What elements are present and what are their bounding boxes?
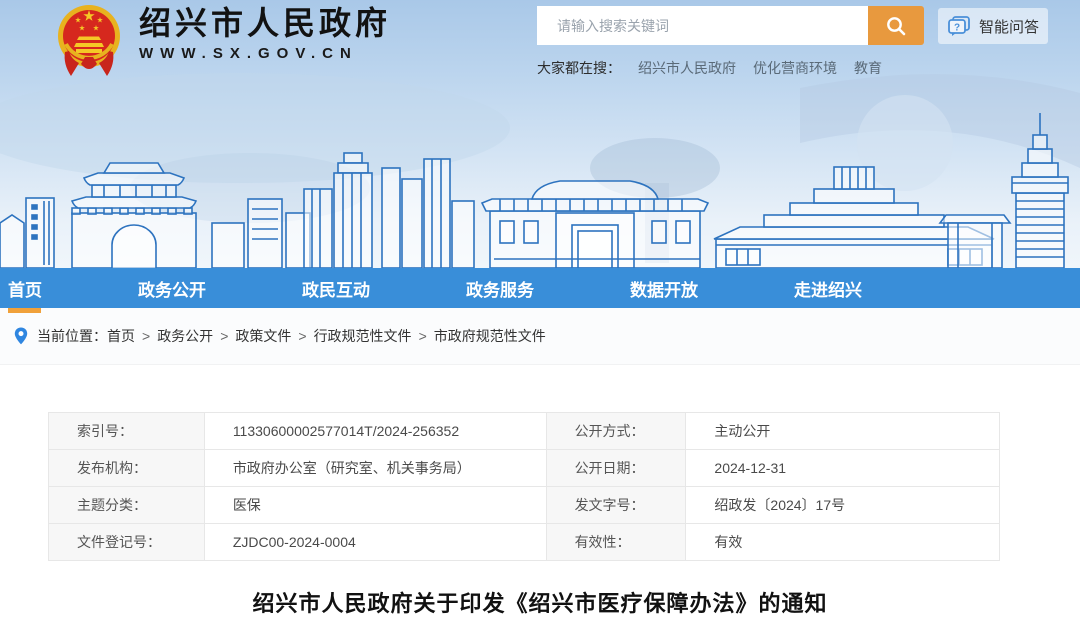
index-number-label: 索引号： [49,413,205,450]
main-nav: 首页 政务公开 政民互动 政务服务 数据开放 走进绍兴 [0,268,1080,308]
page: 绍兴市人民政府 WWW.SX.GOV.CN [0,0,1080,628]
document-number-value: 绍政发〔2024〕17号 [686,487,1000,524]
location-pin-icon [14,327,28,345]
table-row: 索引号： 11330600002577014T/2024-256352 公开方式… [49,413,1000,450]
breadcrumb-item-current: 市政府规范性文件 [434,326,546,346]
site-title: 绍兴市人民政府 [139,5,391,41]
breadcrumb-label: 当前位置： [37,326,107,346]
nav-item-interaction[interactable]: 政民互动 [302,276,370,301]
breadcrumb-item-policy-docs[interactable]: 政策文件 [235,326,291,346]
search-button[interactable] [868,6,924,45]
publish-date-value: 2024-12-31 [686,450,1000,487]
smart-qa-button[interactable]: ? 智能问答 [938,8,1048,44]
header-banner: 绍兴市人民政府 WWW.SX.GOV.CN [0,0,1080,268]
breadcrumb-separator: > [142,328,150,344]
site-url: WWW.SX.GOV.CN [139,45,391,62]
breadcrumb-item-home[interactable]: 首页 [107,326,135,346]
breadcrumb-separator: > [419,328,427,344]
search-input[interactable] [537,6,868,45]
nav-item-home[interactable]: 首页 [8,276,42,301]
table-row: 主题分类： 医保 发文字号： 绍政发〔2024〕17号 [49,487,1000,524]
document-number-label: 发文字号： [546,487,686,524]
hot-search-row: 大家都在搜： 绍兴市人民政府 优化营商环境 教育 [537,58,1049,78]
hot-search-label: 大家都在搜： [537,58,621,78]
disclosure-method-label: 公开方式： [546,413,686,450]
table-row: 发布机构： 市政府办公室（研究室、机关事务局） 公开日期： 2024-12-31 [49,450,1000,487]
hot-search-link[interactable]: 教育 [854,58,882,78]
search-area: ? 智能问答 大家都在搜： 绍兴市人民政府 优化营商环境 教育 [537,6,1049,78]
chat-question-icon: ? [947,15,971,37]
registration-number-label: 文件登记号： [49,524,205,561]
topic-category-label: 主题分类： [49,487,205,524]
disclosure-method-value: 主动公开 [686,413,1000,450]
validity-label: 有效性： [546,524,686,561]
validity-value: 有效 [686,524,1000,561]
breadcrumb-item-gov-affairs[interactable]: 政务公开 [157,326,213,346]
breadcrumb-item-admin-normative[interactable]: 行政规范性文件 [314,326,412,346]
document-content: 索引号： 11330600002577014T/2024-256352 公开方式… [0,365,1080,618]
nav-item-about-shaoxing[interactable]: 走进绍兴 [794,276,862,301]
registration-number-value: ZJDC00-2024-0004 [204,524,546,561]
issuing-agency-label: 发布机构： [49,450,205,487]
hot-search-link[interactable]: 绍兴市人民政府 [638,58,736,78]
breadcrumb: 当前位置： 首页 > 政务公开 > 政策文件 > 行政规范性文件 > 市政府规范… [0,308,1080,365]
national-emblem-icon [56,2,122,78]
smart-qa-label: 智能问答 [979,16,1039,37]
search-icon [885,15,907,37]
hot-search-link[interactable]: 优化营商环境 [753,58,837,78]
svg-text:?: ? [954,23,960,34]
breadcrumb-separator: > [220,328,228,344]
site-logo[interactable]: 绍兴市人民政府 WWW.SX.GOV.CN [56,2,391,78]
active-tab-indicator [8,308,41,313]
breadcrumb-separator: > [298,328,306,344]
document-info-table: 索引号： 11330600002577014T/2024-256352 公开方式… [48,412,1000,561]
nav-item-gov-affairs[interactable]: 政务公开 [138,276,206,301]
nav-item-services[interactable]: 政务服务 [466,276,534,301]
table-row: 文件登记号： ZJDC00-2024-0004 有效性： 有效 [49,524,1000,561]
topic-category-value: 医保 [204,487,546,524]
nav-item-open-data[interactable]: 数据开放 [630,276,698,301]
index-number-value: 11330600002577014T/2024-256352 [204,413,546,450]
city-skyline-illustration [0,73,1080,268]
publish-date-label: 公开日期： [546,450,686,487]
site-text: 绍兴市人民政府 WWW.SX.GOV.CN [139,2,391,62]
issuing-agency-value: 市政府办公室（研究室、机关事务局） [204,450,546,487]
page-title: 绍兴市人民政府关于印发《绍兴市医疗保障办法》的通知 [0,586,1080,618]
